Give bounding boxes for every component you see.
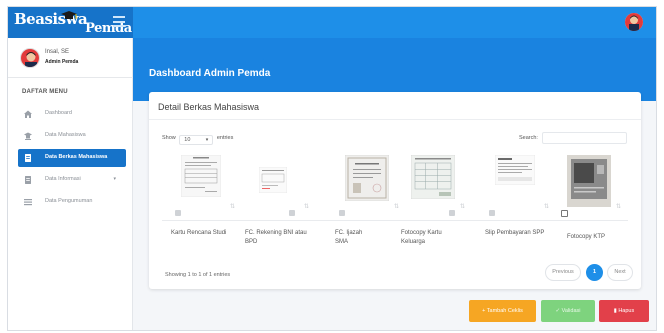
sidebar-item-label: Data Pengumuman [45, 198, 93, 204]
thumb-kartu-rencana-studi[interactable]: ⇅ [171, 155, 235, 218]
document-thumbnail-icon [345, 155, 389, 201]
avatar-icon [21, 49, 39, 67]
document-thumbnail-icon [411, 155, 455, 199]
sort-icon[interactable]: ⇅ [394, 203, 399, 210]
search-input[interactable] [542, 132, 627, 144]
user-role: Admin Pemda [45, 59, 79, 65]
sidebar-item-dashboard[interactable]: Dashboard [18, 105, 126, 123]
divider [162, 220, 628, 221]
column-label: Kartu Rencana Studi [171, 230, 227, 236]
add-checklist-button[interactable]: + Tambah Ceklis [469, 300, 536, 322]
entries-label: entries [216, 135, 234, 141]
document-thumbnail-icon [181, 155, 221, 197]
previous-button[interactable]: Previous [545, 264, 581, 281]
row-checkbox[interactable] [449, 210, 455, 216]
page-1-button[interactable]: 1 [586, 264, 603, 281]
row-checkbox[interactable] [175, 210, 181, 216]
delete-label: Hapus [618, 308, 635, 314]
page-title: Dashboard Admin Pemda [149, 68, 271, 79]
column-label: FC. Rekening BNI atau BPD [245, 230, 307, 245]
thumb-fotocopy-ktp[interactable]: ⇅ [557, 155, 621, 218]
avatar [20, 48, 40, 68]
sidebar-item-label: Dashboard [45, 110, 72, 116]
column-label: Fotocopy KTP [567, 234, 606, 240]
row-checkbox[interactable] [561, 210, 568, 217]
show-label: Show [162, 135, 176, 141]
sort-icon[interactable]: ⇅ [460, 203, 465, 210]
home-icon [24, 110, 32, 118]
next-button[interactable]: Next [607, 264, 633, 281]
app-window: BeasiswaPemda Insal, SE Admin Pemda DAFT… [7, 6, 657, 331]
column-label: Slip Pembayaran SPP [485, 230, 545, 236]
thumb-fc-rekening[interactable]: ⇅ [245, 155, 309, 218]
document-thumbnail-icon [567, 155, 611, 207]
user-name: Insal, SE [45, 49, 70, 55]
card-title: Detail Berkas Mahasiswa [158, 102, 260, 112]
top-user-avatar[interactable] [625, 13, 643, 31]
chevron-down-icon: ▾ [205, 137, 209, 143]
brand-area[interactable]: BeasiswaPemda [8, 7, 133, 38]
sort-icon[interactable]: ⇅ [544, 203, 549, 210]
row-checkbox[interactable] [489, 210, 495, 216]
file-icon [25, 154, 31, 162]
sidebar-item-data-mahasiswa[interactable]: Data Mahasiswa [18, 127, 126, 145]
list-icon [24, 199, 32, 206]
thumb-fc-ijazah[interactable]: ⇅ [335, 155, 399, 218]
entries-control: Show 10 ▾ entries [162, 133, 234, 145]
chevron-down-icon: ▾ [113, 176, 116, 182]
sort-icon[interactable]: ⇅ [304, 203, 309, 210]
menu-toggle-icon[interactable] [113, 16, 125, 27]
sidebar-item-data-berkas-mahasiswa[interactable]: Data Berkas Mahasiswa [18, 149, 126, 167]
column-label: Fotocopy Kartu Keluarga [401, 230, 442, 245]
sidebar-item-label: Data Informasi [45, 176, 81, 182]
entries-value: 10 [184, 137, 191, 143]
sort-icon[interactable]: ⇅ [616, 203, 621, 210]
divider [149, 119, 641, 120]
thumb-fc-kartu-keluarga[interactable]: ⇅ [401, 155, 465, 218]
showing-info: Showing 1 to 1 of 1 entries [165, 272, 231, 278]
row-checkbox[interactable] [289, 210, 295, 216]
search-label: Search: [519, 135, 538, 141]
menu-title: DAFTAR MENU [22, 89, 68, 95]
document-thumbnail-icon [259, 167, 287, 193]
entries-select[interactable]: 10 ▾ [179, 135, 214, 145]
document-thumbnail-icon [495, 155, 535, 185]
sidebar-item-data-pengumuman[interactable]: Data Pengumuman [18, 193, 126, 211]
sidebar-item-label: Data Mahasiswa [45, 132, 86, 138]
graduation-cap-icon [61, 11, 77, 19]
sidebar: Insal, SE Admin Pemda DAFTAR MENU Dashbo… [8, 38, 133, 330]
user-panel: Insal, SE Admin Pemda [14, 46, 129, 74]
thumb-slip-pembayaran[interactable]: ⇅ [485, 155, 549, 218]
document-icon [25, 176, 31, 184]
delete-button[interactable]: ▮ Hapus [599, 300, 649, 322]
graduation-cap-icon [24, 132, 32, 140]
avatar-icon [625, 13, 643, 31]
sort-icon[interactable]: ⇅ [230, 203, 235, 210]
row-checkbox[interactable] [339, 210, 345, 216]
column-label: FC. Ijazah SMA [335, 230, 363, 245]
berkas-card: Detail Berkas Mahasiswa Show 10 ▾ entrie… [149, 92, 641, 289]
sidebar-item-label: Data Berkas Mahasiswa [45, 154, 108, 160]
sidebar-item-data-informasi[interactable]: Data Informasi ▾ [18, 171, 126, 189]
validate-button[interactable]: ✓ Validasi [541, 300, 595, 322]
top-navbar: BeasiswaPemda [8, 7, 656, 38]
divider [8, 77, 133, 78]
